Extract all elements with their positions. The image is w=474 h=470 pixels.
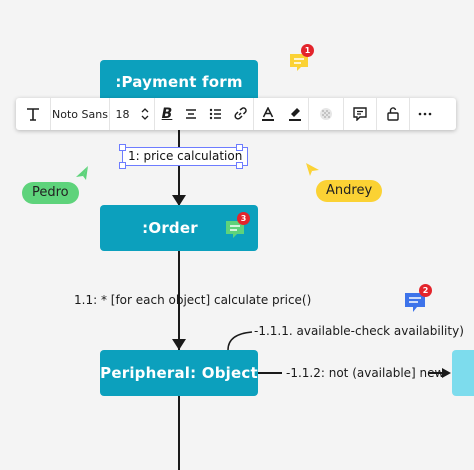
selection-handle-top-right[interactable]	[236, 144, 243, 151]
list-button[interactable]	[203, 98, 227, 130]
selection-handle-top-left[interactable]	[119, 144, 126, 151]
more-dots-icon	[418, 112, 432, 116]
lifeline-peripheral-bottom	[178, 396, 180, 470]
text-color-icon	[262, 107, 274, 121]
collaborator-tag-pedro: Pedro	[22, 182, 79, 204]
comment-right[interactable]: 2	[404, 284, 432, 314]
font-size-value: 18	[115, 107, 130, 121]
collaborator-tag-andrey: Andrey	[316, 180, 383, 202]
message-not-available-new[interactable]: -1.1.2: not (available] new	[286, 366, 444, 380]
self-call-connector	[227, 331, 253, 351]
selected-message-label[interactable]: 1: price calculation	[122, 147, 249, 166]
highlight-button[interactable]	[282, 98, 309, 130]
align-button[interactable]	[179, 98, 203, 130]
transparent-fill-icon	[320, 108, 332, 120]
highlighter-icon	[289, 108, 301, 121]
font-size-stepper[interactable]: 18	[110, 98, 155, 130]
message-arrow-right	[428, 368, 451, 378]
bold-icon: B	[161, 106, 173, 122]
message-price-calculation[interactable]: 1: price calculation	[128, 149, 242, 163]
link-button[interactable]	[227, 98, 254, 130]
selection-handle-bottom-left[interactable]	[119, 162, 126, 169]
node-peripheral-label: Peripheral: Object	[100, 364, 258, 382]
comment-button[interactable]	[344, 98, 377, 130]
text-color-button[interactable]	[254, 98, 282, 130]
node-payment-form-label: :Payment form	[115, 73, 243, 91]
text-type-icon	[27, 108, 39, 121]
comment-icon	[353, 107, 367, 121]
text-format-toolbar: Noto Sans 18 B	[16, 98, 456, 130]
font-family-select[interactable]: Noto Sans	[51, 98, 110, 130]
node-order-label: :Order	[142, 219, 198, 237]
stepper-arrows-icon[interactable]	[141, 108, 149, 120]
align-center-icon	[186, 109, 196, 119]
node-partial-right[interactable]	[452, 350, 474, 396]
message-check-availability[interactable]: -1.1.1. available-check availability)	[254, 324, 464, 338]
comment-right-badge: 2	[419, 284, 432, 297]
fill-button[interactable]	[309, 98, 344, 130]
comment-top[interactable]: 1	[289, 44, 314, 71]
link-icon	[234, 107, 247, 120]
comment-order-badge: 3	[237, 212, 250, 225]
bullet-list-icon	[209, 108, 221, 120]
bold-button[interactable]: B	[155, 98, 179, 130]
text-tool-button[interactable]	[16, 98, 51, 130]
font-family-value: Noto Sans	[52, 107, 108, 121]
lock-button[interactable]	[377, 98, 410, 130]
more-options-button[interactable]	[410, 98, 440, 130]
comment-order[interactable]: 3	[225, 212, 250, 240]
selection-handle-bottom-right[interactable]	[236, 162, 243, 169]
unlock-icon	[387, 107, 399, 121]
comment-top-badge: 1	[301, 44, 314, 57]
diagram-canvas[interactable]: :Payment form :Order Peripheral: Object …	[0, 0, 474, 470]
message-arrow-line	[258, 372, 282, 374]
pedro-cursor-icon	[76, 166, 88, 180]
andrey-cursor-icon	[306, 163, 319, 176]
message-calculate-price[interactable]: 1.1: * [for each object] calculate price…	[74, 293, 311, 307]
node-peripheral-object[interactable]: Peripheral: Object	[100, 350, 258, 396]
